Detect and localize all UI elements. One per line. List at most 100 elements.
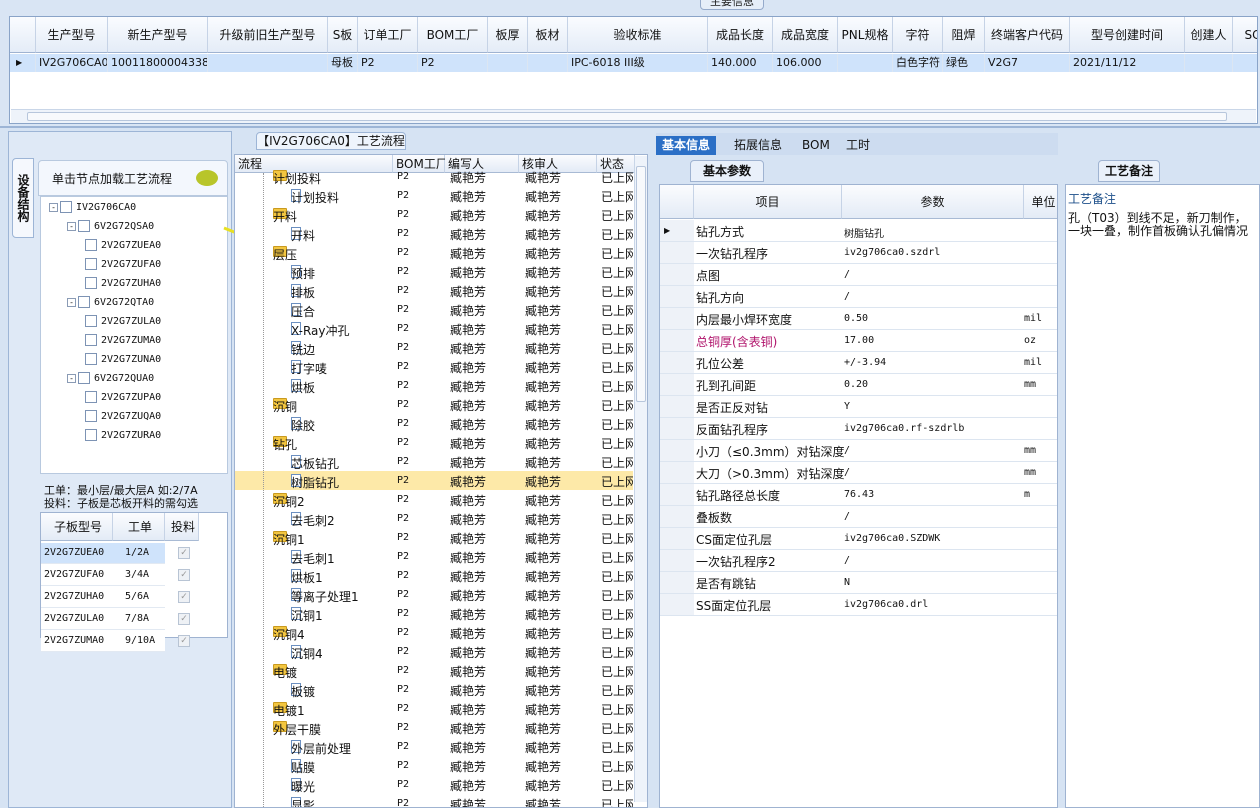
grid-cell[interactable] xyxy=(208,54,328,72)
subgrid-cell[interactable]: 2V2G7ZUHA0 xyxy=(41,587,113,608)
param-value[interactable]: 76.43 xyxy=(844,489,874,500)
subgrid-cell[interactable]: 1/2A xyxy=(113,543,165,564)
column-header[interactable]: 型号创建时间 xyxy=(1070,17,1185,53)
grid-cell[interactable]: 140.000 xyxy=(708,54,773,72)
collapse-icon[interactable]: - xyxy=(49,202,58,212)
checkbox-icon[interactable] xyxy=(60,201,72,213)
grid-cell[interactable] xyxy=(1233,54,1257,72)
param-row[interactable]: 总铜厚(含表铜) 17.00 oz xyxy=(660,330,1057,352)
tree-node[interactable]: 2V2G7ZUEA0 xyxy=(85,239,161,251)
column-header[interactable]: 终端客户代码 xyxy=(985,17,1070,53)
tree-node[interactable]: 2V2G7ZULA0 xyxy=(85,315,161,327)
param-row[interactable]: 孔到孔间距 0.20 mm xyxy=(660,374,1057,396)
checkbox-icon[interactable] xyxy=(85,258,97,270)
column-header[interactable]: BOM工厂 xyxy=(418,17,488,53)
subgrid-header[interactable]: 工单 xyxy=(113,513,165,541)
feed-checkbox[interactable]: ✓ xyxy=(178,569,190,581)
flow-row[interactable]: 沉铜 P2 臧艳芳 臧艳芳 已上网 xyxy=(235,395,633,414)
checkbox-icon[interactable] xyxy=(85,334,97,346)
tab-hours[interactable]: 工时 xyxy=(840,136,876,155)
flow-row[interactable]: 沉铜4 P2 臧艳芳 臧艳芳 已上网 xyxy=(235,623,633,642)
tree-node[interactable]: 2V2G7ZUPA0 xyxy=(85,391,161,403)
tree-node[interactable]: - 6V2G72QUA0 xyxy=(67,372,154,384)
param-row[interactable]: 大刀（>0.3mm）对钻深度 / mm xyxy=(660,462,1057,484)
column-header[interactable]: SC xyxy=(1233,17,1257,53)
scroll-thumb[interactable] xyxy=(27,112,1227,121)
param-value[interactable]: iv2g706ca0.SZDWK xyxy=(844,533,940,544)
flow-row[interactable]: 贴膜 P2 臧艳芳 臧艳芳 已上网 xyxy=(235,756,633,775)
subgrid-header[interactable]: 投料 xyxy=(165,513,199,541)
param-row[interactable]: 点图 / xyxy=(660,264,1057,286)
column-header[interactable]: 验收标准 xyxy=(568,17,708,53)
checkbox-icon[interactable] xyxy=(78,220,90,232)
param-value[interactable]: 树脂钻孔 xyxy=(844,225,884,240)
checkbox-icon[interactable] xyxy=(85,315,97,327)
flow-row[interactable]: 芯板钻孔 P2 臧艳芳 臧艳芳 已上网 xyxy=(235,452,633,471)
grid-cell[interactable] xyxy=(488,54,528,72)
flow-row[interactable]: 烘板 P2 臧艳芳 臧艳芳 已上网 xyxy=(235,376,633,395)
tab-equipment-structure[interactable]: 设备结构 xyxy=(12,158,34,238)
param-value[interactable]: iv2g706ca0.szdrl xyxy=(844,247,940,258)
flow-row[interactable]: 沉铜1 P2 臧艳芳 臧艳芳 已上网 xyxy=(235,528,633,547)
tree-node[interactable]: - 6V2G72QSA0 xyxy=(67,220,154,232)
flow-row[interactable]: 压合 P2 臧艳芳 臧艳芳 已上网 xyxy=(235,300,633,319)
param-row[interactable]: CS面定位孔层 iv2g706ca0.SZDWK xyxy=(660,528,1057,550)
process-flow-scrollbar[interactable] xyxy=(634,156,647,802)
param-row[interactable]: 叠板数 / xyxy=(660,506,1057,528)
grid-cell[interactable] xyxy=(838,54,893,72)
tree-node[interactable]: - 6V2G72QTA0 xyxy=(67,296,154,308)
flow-row[interactable]: 预排 P2 臧艳芳 臧艳芳 已上网 xyxy=(235,262,633,281)
param-value[interactable]: / xyxy=(844,511,850,522)
horizontal-scrollbar[interactable] xyxy=(11,109,1256,123)
column-header[interactable]: 升级前旧生产型号 xyxy=(208,17,328,53)
column-header[interactable]: 板材 xyxy=(528,17,568,53)
grid-cell[interactable]: 106.000 xyxy=(773,54,838,72)
flow-row[interactable]: 计划投料 P2 臧艳芳 臧艳芳 已上网 xyxy=(235,186,633,205)
flow-row[interactable]: 沉铜1 P2 臧艳芳 臧艳芳 已上网 xyxy=(235,604,633,623)
tree-node[interactable]: 2V2G7ZUMA0 xyxy=(85,334,161,346)
checkbox-icon[interactable] xyxy=(85,410,97,422)
flow-row[interactable]: 曝光 P2 臧艳芳 臧艳芳 已上网 xyxy=(235,775,633,794)
column-header[interactable]: 创建人 xyxy=(1185,17,1233,53)
param-row[interactable]: 反面钻孔程序 iv2g706ca0.rf-szdrlb xyxy=(660,418,1057,440)
param-value[interactable]: iv2g706ca0.rf-szdrlb xyxy=(844,423,964,434)
param-row[interactable]: 钻孔路径总长度 76.43 m xyxy=(660,484,1057,506)
flow-row[interactable]: 等离子处理1 P2 臧艳芳 臧艳芳 已上网 xyxy=(235,585,633,604)
param-header-value[interactable]: 参数 xyxy=(842,185,1024,219)
tree-node[interactable]: 2V2G7ZURA0 xyxy=(85,429,161,441)
flow-row[interactable]: 显影 P2 臧艳芳 臧艳芳 已上网 xyxy=(235,794,633,807)
param-value[interactable]: iv2g706ca0.drl xyxy=(844,599,928,610)
flow-row[interactable]: 层压 P2 臧艳芳 臧艳芳 已上网 xyxy=(235,243,633,262)
subgrid-header[interactable]: 子板型号 xyxy=(41,513,113,541)
flow-row[interactable]: 开料 P2 臧艳芳 臧艳芳 已上网 xyxy=(235,224,633,243)
param-value[interactable]: +/-3.94 xyxy=(844,357,886,368)
param-row[interactable]: 钻孔方式 树脂钻孔 xyxy=(660,220,1057,242)
subgrid-cell[interactable]: 2V2G7ZUFA0 xyxy=(41,565,113,586)
flow-row[interactable]: 沉铜2 P2 臧艳芳 臧艳芳 已上网 xyxy=(235,490,633,509)
column-header[interactable]: 成品长度 xyxy=(708,17,773,53)
column-header[interactable]: 成品宽度 xyxy=(773,17,838,53)
flow-row[interactable]: 去毛刺1 P2 臧艳芳 臧艳芳 已上网 xyxy=(235,547,633,566)
flow-row[interactable]: 外层干膜 P2 臧艳芳 臧艳芳 已上网 xyxy=(235,718,633,737)
param-value[interactable]: / xyxy=(844,269,850,280)
grid-cell[interactable]: 2021/11/12 xyxy=(1070,54,1185,72)
flow-row[interactable]: 开料 P2 臧艳芳 臧艳芳 已上网 xyxy=(235,205,633,224)
column-header[interactable]: 新生产型号 xyxy=(108,17,208,53)
collapse-icon[interactable]: - xyxy=(67,221,76,231)
flow-row[interactable]: 打字唛 P2 臧艳芳 臧艳芳 已上网 xyxy=(235,357,633,376)
speech-bubble-icon[interactable] xyxy=(196,170,218,186)
subgrid-cell[interactable]: 7/8A xyxy=(113,609,165,630)
tab-extended[interactable]: 拓展信息 xyxy=(728,136,788,155)
param-row[interactable]: 孔位公差 +/-3.94 mil xyxy=(660,352,1057,374)
param-value[interactable]: / xyxy=(844,291,850,302)
tree-node[interactable]: 2V2G7ZUQA0 xyxy=(85,410,161,422)
tree-node[interactable]: 2V2G7ZUFA0 xyxy=(85,258,161,270)
tab-bom[interactable]: BOM xyxy=(796,136,836,155)
flow-row[interactable]: 排板 P2 臧艳芳 臧艳芳 已上网 xyxy=(235,281,633,300)
flow-row[interactable]: 外层前处理 P2 臧艳芳 臧艳芳 已上网 xyxy=(235,737,633,756)
flow-row[interactable]: 除胶 P2 臧艳芳 臧艳芳 已上网 xyxy=(235,414,633,433)
flow-row[interactable]: 树脂钻孔 P2 臧艳芳 臧艳芳 已上网 xyxy=(235,471,633,490)
column-header[interactable]: S板 xyxy=(328,17,358,53)
grid-cell[interactable]: IV2G706CA0 xyxy=(36,54,108,72)
checkbox-icon[interactable] xyxy=(85,429,97,441)
